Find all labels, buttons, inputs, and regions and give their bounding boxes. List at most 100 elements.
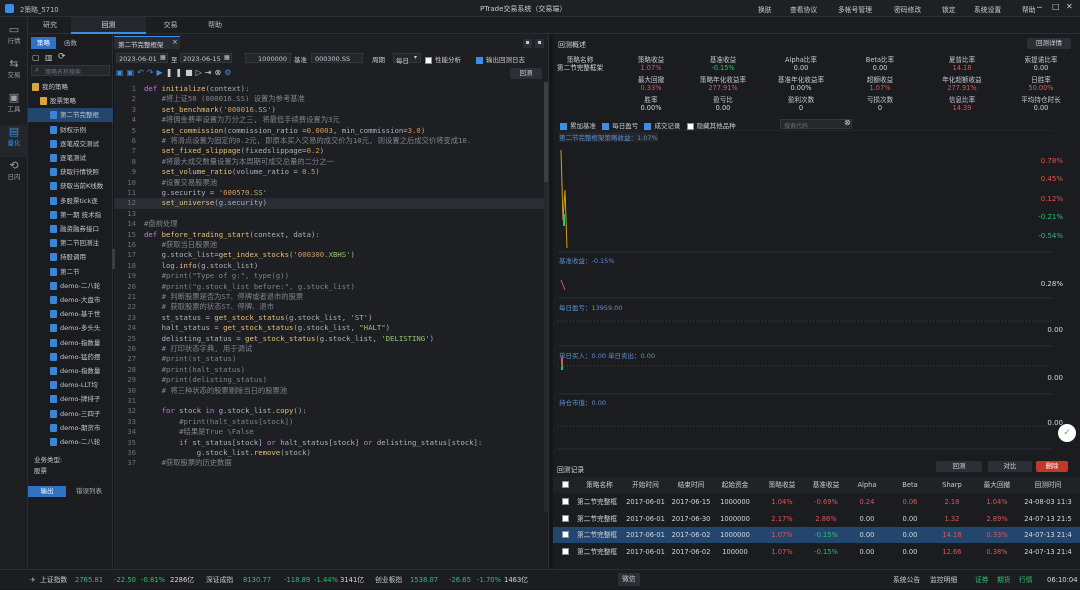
tree-item[interactable]: 我的策略 <box>28 80 113 94</box>
close-button[interactable]: ✕ <box>1066 2 1073 11</box>
expand-icon[interactable]: ▪ <box>535 39 544 48</box>
column-header[interactable]: 起始资金 <box>713 477 757 493</box>
tree-item[interactable]: demo-大盘市 <box>28 293 113 307</box>
tree-item[interactable]: demo-猛药摆 <box>28 350 113 364</box>
notice-link[interactable]: 系统公告 <box>893 570 920 590</box>
column-header[interactable]: 结束时间 <box>669 477 713 493</box>
capital-field[interactable]: 1000000 <box>245 53 291 63</box>
tree-item[interactable]: 逐笔成交测试 <box>28 137 113 151</box>
opt-daily-pl[interactable]: 每日盈亏 <box>602 122 638 130</box>
column-header[interactable]: 最大回撤 <box>977 477 1017 493</box>
tree-item[interactable]: 第二节完整框 <box>28 108 113 123</box>
undo-icon[interactable]: ↶ <box>137 68 147 77</box>
step-over-icon[interactable]: ⇥ <box>205 68 215 77</box>
menu-item[interactable]: 查看协议 <box>790 4 817 14</box>
tree-item[interactable]: 获取行情快照 <box>28 165 113 179</box>
close-icon[interactable]: × <box>172 38 178 46</box>
tab-trade[interactable]: 交易 <box>148 17 193 34</box>
column-header[interactable]: Alpha <box>848 477 886 493</box>
opt-cum-bench[interactable]: 累加基准 <box>560 122 596 130</box>
tree-item[interactable]: demo-牌排子 <box>28 392 113 406</box>
tree-item[interactable]: 财权示例 <box>28 123 113 137</box>
save-icon[interactable]: ▣ <box>116 68 127 77</box>
floating-assist-icon[interactable]: ✓ <box>1058 424 1076 442</box>
collapse-icon[interactable]: ▪ <box>523 39 532 48</box>
tab-functions[interactable]: 函数 <box>58 37 83 49</box>
maximize-button[interactable]: □ <box>1052 2 1060 11</box>
tree-item[interactable]: 多股票tick逐 <box>28 194 113 208</box>
column-header[interactable]: 策略名称 <box>577 477 622 493</box>
menu-item[interactable]: 换肤 <box>758 4 772 14</box>
tree-item[interactable]: demo-多头头 <box>28 321 113 335</box>
tree-item[interactable]: 第二节回测注 <box>28 236 113 250</box>
start-date-field[interactable]: 2023-06-01 ▦ <box>116 53 168 63</box>
menu-item[interactable]: 帮助 <box>1022 4 1036 14</box>
menu-item[interactable]: 系统设置 <box>974 4 1001 14</box>
row-checkbox[interactable] <box>562 531 569 538</box>
tab-output[interactable]: 输出 <box>28 486 66 497</box>
clear-icon[interactable]: ⊗ <box>844 118 851 127</box>
tree-item[interactable]: 持股调用 <box>28 250 113 264</box>
delete-icon[interactable]: ▥ <box>45 53 53 62</box>
wechat-label[interactable]: 微信 <box>618 573 640 586</box>
column-header[interactable]: Beta <box>891 477 929 493</box>
nav-quant[interactable]: ▤ 量化 <box>0 125 28 157</box>
end-date-field[interactable]: 2023-06-15 ▦ <box>180 53 232 63</box>
column-header[interactable]: 策略收益 <box>760 477 804 493</box>
perf-checkbox[interactable]: 性能分析 <box>425 54 461 64</box>
tree-item[interactable]: 获取当前K线数 <box>28 179 113 193</box>
tree-item[interactable]: 股票策略 <box>28 94 113 108</box>
tab-help[interactable]: 帮助 <box>195 17 235 34</box>
tree-item[interactable]: 第一期 技术指 <box>28 208 113 222</box>
redo-icon[interactable]: ↷ <box>147 68 157 77</box>
rerun-button[interactable]: 回测 <box>936 461 982 472</box>
tree-item[interactable]: 逐笔测试 <box>28 151 113 165</box>
delete-button[interactable]: 删除 <box>1036 461 1068 472</box>
new-file-icon[interactable]: ▢ <box>32 53 40 62</box>
pause-icon[interactable]: ❚❚ <box>166 68 185 77</box>
column-header[interactable]: 基准收益 <box>807 477 845 493</box>
row-checkbox[interactable] <box>562 547 569 555</box>
tree-item[interactable]: demo-基于世 <box>28 307 113 321</box>
editor-tab[interactable]: 第二节完整框架 × <box>114 36 180 49</box>
run-icon[interactable]: ▶ <box>157 68 166 77</box>
row-checkbox[interactable] <box>562 498 569 505</box>
row-checkbox[interactable] <box>562 514 569 522</box>
column-header[interactable]: Sharp <box>933 477 971 493</box>
tree-item[interactable]: demo-三四子 <box>28 407 113 421</box>
tree-item[interactable]: demo-二八轮 <box>28 435 113 449</box>
tree-item[interactable]: 第二节 <box>28 265 113 279</box>
menu-item[interactable]: 多帐号管理 <box>838 4 872 14</box>
monitor-link[interactable]: 监控明细 <box>930 570 957 590</box>
step-icon[interactable]: ▷ <box>196 68 205 77</box>
tree-item[interactable]: demo-二八轮 <box>28 279 113 293</box>
refresh-icon[interactable]: ⟳ <box>58 52 66 62</box>
settings-icon[interactable]: ⚙ <box>224 68 234 77</box>
code-search-box[interactable]: 搜索代码 <box>780 119 852 130</box>
pin-icon[interactable]: ✈ <box>30 570 36 590</box>
stop-icon[interactable]: ■ <box>185 68 196 77</box>
minimize-button[interactable]: ─ <box>1037 3 1042 12</box>
menu-item[interactable]: 密码修改 <box>894 4 921 14</box>
splitter-handle[interactable] <box>112 249 115 269</box>
tree-item[interactable]: demo-指数量 <box>28 336 113 350</box>
run-backtest-button[interactable]: 回测 <box>510 68 542 79</box>
tab-strategy[interactable]: 策略 <box>31 37 56 49</box>
period-select[interactable]: 每日 ▾ <box>393 53 421 65</box>
nav-trade[interactable]: ⇆ 交易 <box>0 57 28 89</box>
tab-backtest[interactable]: 回测 <box>71 17 146 34</box>
editor-scrollbar[interactable] <box>544 82 548 512</box>
nav-intraday[interactable]: ⟲ 日内 <box>0 159 28 191</box>
nav-quote[interactable]: ▭ 行情 <box>0 23 28 55</box>
compare-button[interactable]: 对比 <box>988 461 1032 472</box>
tab-error-list[interactable]: 错误列表 <box>68 486 110 497</box>
tree-item[interactable]: demo-期货市 <box>28 421 113 435</box>
column-header[interactable]: 开始时间 <box>623 477 668 493</box>
detail-button[interactable]: 回测详情 <box>1027 38 1071 49</box>
code-area[interactable]: 1 def initialize(context): 2 #将上证50 (00001… <box>114 82 544 514</box>
nav-tools[interactable]: ▣ 工具 <box>0 91 28 123</box>
tree-item[interactable]: 融资融券接口 <box>28 222 113 236</box>
menu-item[interactable]: 锁定 <box>942 4 956 14</box>
tab-research[interactable]: 研究 <box>30 17 70 34</box>
opt-trades[interactable]: 成交记录 <box>644 122 680 130</box>
